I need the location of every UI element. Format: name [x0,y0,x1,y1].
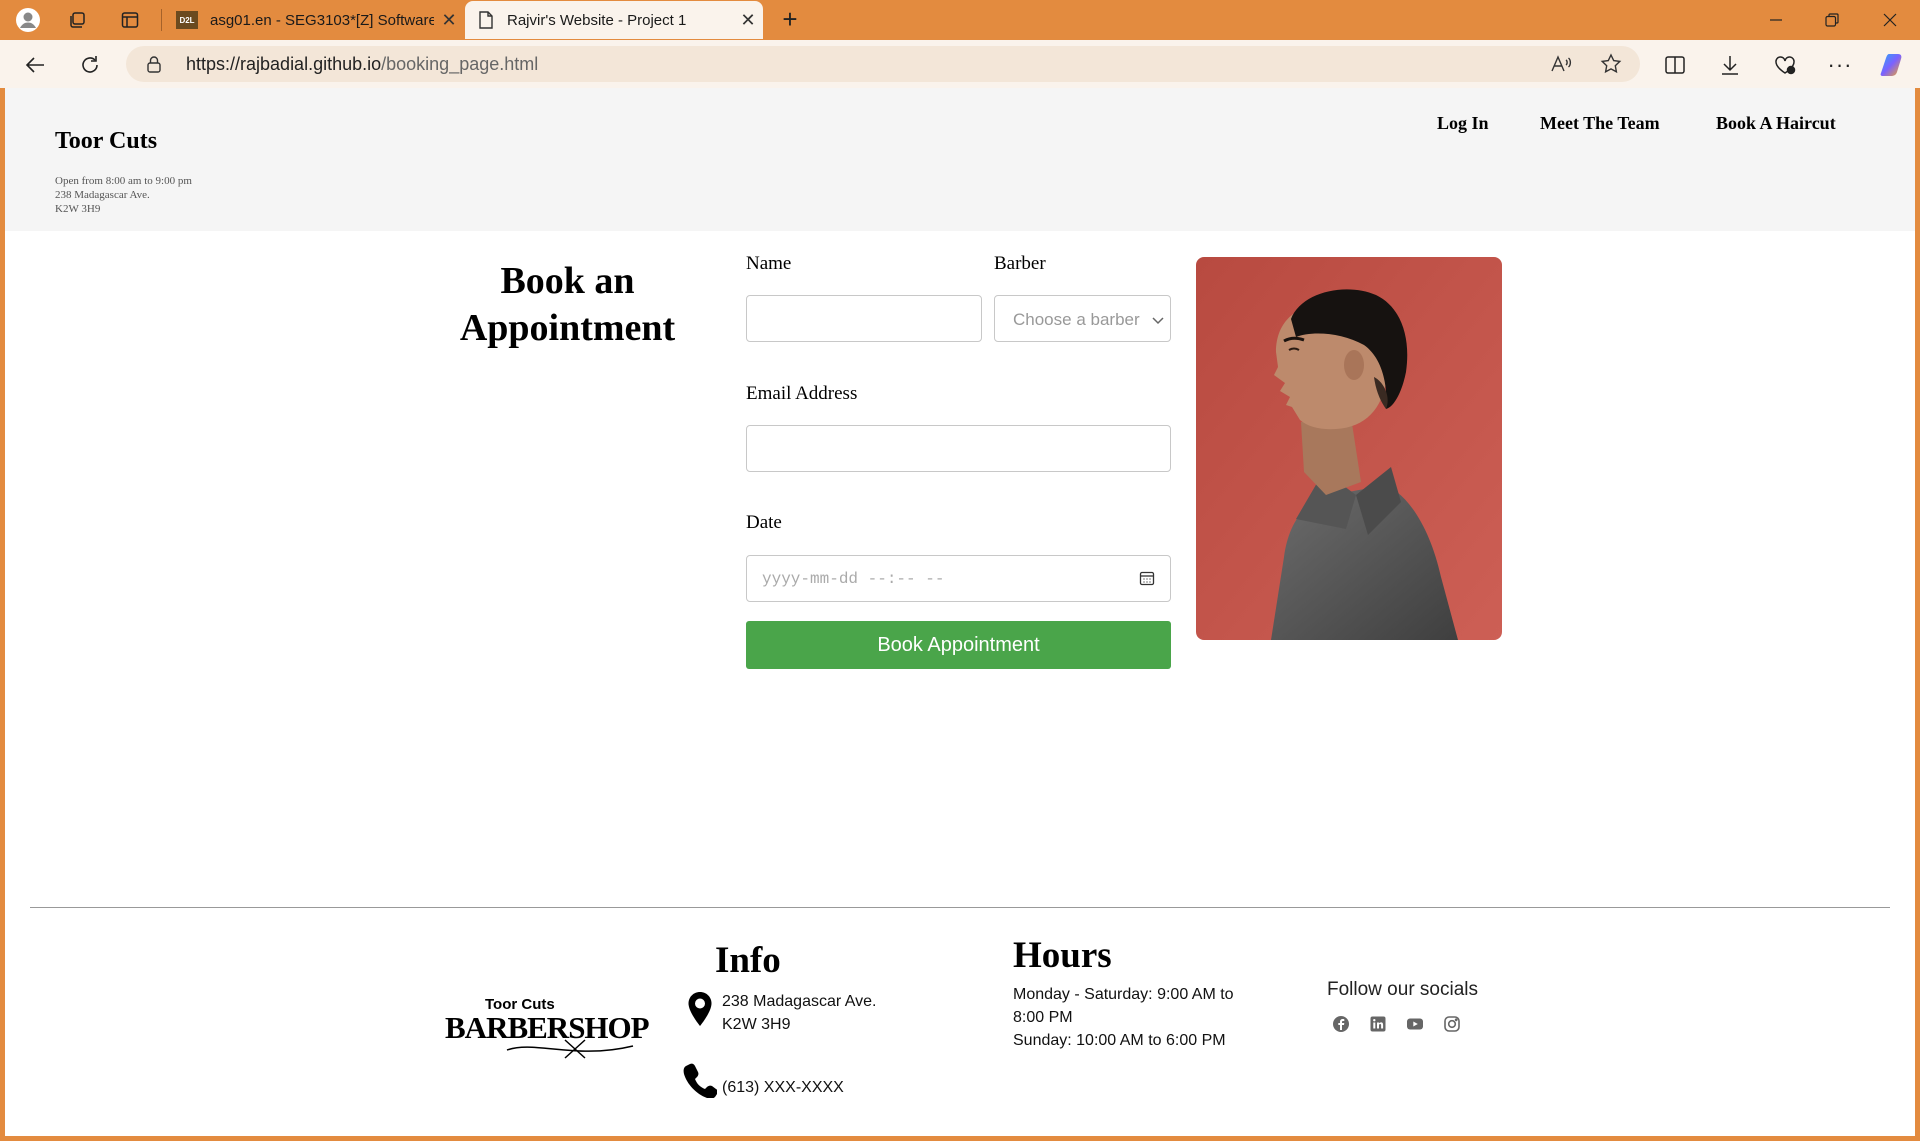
web-page: Toor Cuts Open from 8:00 am to 9:00 pm 2… [5,88,1915,1136]
browser-tab-bar: D2L asg01.en - SEG3103*[Z] Software ✕ Ra… [0,0,1920,40]
header-address-line1: 238 Madagascar Ave. [55,189,150,201]
back-icon[interactable] [20,50,50,80]
barbershop-logo: Toor Cuts BARBERSHOP [445,988,650,1060]
info-heading: Info [715,940,781,981]
hours-sunday: Sunday: 10:00 AM to 6:00 PM [1013,1032,1226,1049]
opening-hours: Open from 8:00 am to 9:00 pm [55,175,192,187]
url-field[interactable]: https://rajbadial.github.io/booking_page… [126,46,1640,82]
facebook-icon[interactable] [1332,1015,1350,1033]
nav-meet-the-team[interactable]: Meet The Team [1540,113,1660,134]
new-tab-button[interactable]: + [776,6,804,34]
page-favicon-icon [477,11,495,29]
email-input[interactable] [746,425,1171,472]
name-input[interactable] [746,295,982,342]
scissors-flourish-icon [506,1039,634,1059]
email-label: Email Address [746,383,858,404]
settings-more-icon[interactable]: ··· [1825,50,1855,80]
date-input[interactable]: yyyy-mm-dd --:-- -- [746,555,1171,602]
page-title: Book an Appointment [459,260,676,349]
footer-phone: (613) XXX-XXXX [722,1079,844,1096]
restore-icon[interactable] [1804,0,1860,40]
profile-icon[interactable] [14,6,42,34]
minimize-icon[interactable] [1748,0,1804,40]
address-bar-row: https://rajbadial.github.io/booking_page… [0,40,1920,88]
barber-select[interactable]: Choose a barber [994,295,1171,342]
d2l-favicon-icon: D2L [176,11,198,29]
lock-icon[interactable] [146,55,162,78]
socials-heading: Follow our socials [1327,979,1478,1000]
tab-rajvir-website[interactable]: Rajvir's Website - Project 1 ✕ [465,1,763,39]
browser-essentials-icon[interactable] [1770,50,1800,80]
youtube-icon[interactable] [1406,1015,1424,1033]
close-tab-icon[interactable]: ✕ [733,10,763,31]
brand-title[interactable]: Toor Cuts [55,128,157,155]
calendar-icon[interactable] [1139,570,1155,591]
header-address-line2: K2W 3H9 [55,203,101,215]
tab-asg01[interactable]: D2L asg01.en - SEG3103*[Z] Software ✕ [164,1,464,39]
tab-title: Rajvir's Website - Project 1 [507,11,687,29]
split-screen-icon[interactable] [1660,50,1690,80]
date-placeholder: yyyy-mm-dd --:-- -- [762,570,945,588]
nav-book-a-haircut[interactable]: Book A Haircut [1716,113,1836,134]
footer-address: 238 Madagascar Ave. K2W 3H9 [722,990,876,1036]
read-aloud-icon[interactable] [1550,54,1572,79]
hours-weekday: Monday - Saturday: 9:00 AM to [1013,986,1234,1003]
close-window-icon[interactable] [1862,0,1918,40]
favorite-star-icon[interactable] [1600,53,1622,80]
tab-title: asg01.en - SEG3103*[Z] Software [210,11,434,29]
date-label: Date [746,512,782,533]
barber-label: Barber [994,253,1046,274]
hours-weekday-close: 8:00 PM [1013,1009,1073,1026]
nav-log-in[interactable]: Log In [1437,113,1489,134]
barber-model-photo [1196,257,1502,640]
location-pin-icon [687,991,713,1032]
chevron-down-icon [1152,312,1164,330]
copilot-icon[interactable] [1879,50,1909,80]
footer-hours: Monday - Saturday: 9:00 AM to 8:00 PM Su… [1013,983,1234,1052]
footer-address-line2: K2W 3H9 [722,1016,791,1033]
url-text: https://rajbadial.github.io/booking_page… [186,54,539,74]
footer-divider [30,907,1890,908]
brand-info: Open from 8:00 am to 9:00 pm 238 Madagas… [55,174,192,216]
hours-heading: Hours [1013,935,1112,976]
linkedin-icon[interactable] [1369,1015,1387,1033]
site-header: Toor Cuts Open from 8:00 am to 9:00 pm 2… [5,88,1915,231]
close-tab-icon[interactable]: ✕ [434,10,464,31]
phone-icon [683,1062,718,1103]
downloads-icon[interactable] [1715,50,1745,80]
barber-select-placeholder: Choose a barber [1013,310,1140,329]
vertical-tabs-icon[interactable] [116,6,144,34]
workspaces-icon[interactable] [63,6,91,34]
footer-address-line1: 238 Madagascar Ave. [722,993,877,1010]
book-appointment-button[interactable]: Book Appointment [746,621,1171,669]
name-label: Name [746,253,792,274]
instagram-icon[interactable] [1443,1015,1461,1033]
refresh-icon[interactable] [75,50,105,80]
